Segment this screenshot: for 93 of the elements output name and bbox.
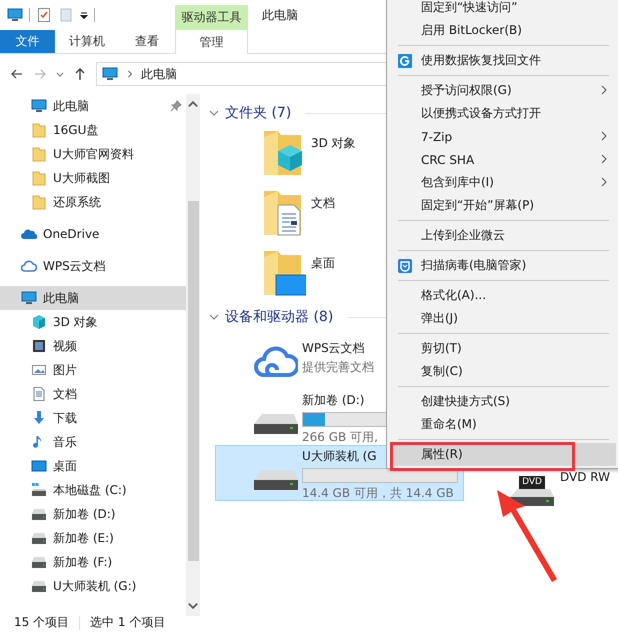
menu-item[interactable]: 剪切(T)	[387, 337, 618, 360]
menu-item[interactable]: 启用 BitLocker(B)	[387, 19, 618, 42]
ribbon-tab[interactable]: 查看	[119, 30, 175, 53]
system-icon	[31, 482, 47, 498]
folder-icon	[31, 146, 47, 162]
scrollbar-thumb[interactable]	[188, 201, 199, 561]
nav-item[interactable]: WPS云文档	[0, 254, 186, 278]
drive-name: DVD RW	[560, 470, 610, 484]
menu-item[interactable]: 上传到企业微云	[387, 224, 618, 247]
up-icon[interactable]	[73, 67, 87, 81]
nav-item[interactable]: 本地磁盘 (C:)	[0, 478, 186, 502]
ribbon-tab[interactable]: 文件	[0, 30, 55, 53]
cloud-icon	[21, 258, 37, 274]
section-title: 设备和驱动器 (8)	[225, 308, 334, 326]
back-icon[interactable]	[10, 67, 24, 81]
section-title: 文件夹 (7)	[225, 104, 292, 122]
nav-item[interactable]: 新加卷 (D:)	[0, 502, 186, 526]
drive-icon	[31, 530, 47, 546]
nav-item[interactable]: 还原系统	[0, 190, 186, 214]
menu-item[interactable]: 扫描病毒(电脑管家)	[387, 254, 618, 277]
selection-count: 选中 1 个项目	[90, 614, 166, 631]
ribbon-tab[interactable]: 管理	[175, 30, 248, 54]
menu-item[interactable]: 复制(C)	[387, 360, 618, 383]
pc-icon	[31, 98, 47, 114]
folder-name[interactable]: 文档	[311, 195, 335, 212]
free-space-text: 266 GB 可用,	[302, 429, 378, 446]
desktop-icon	[31, 458, 47, 474]
menu-item[interactable]: 属性(R)	[390, 443, 616, 466]
nav-item[interactable]: 图片	[0, 358, 186, 382]
drive-name: 新加卷 (D:)	[302, 392, 364, 409]
nav-item[interactable]: 16GU盘	[0, 118, 186, 142]
menu-item[interactable]: 以便携式设备方式打开	[387, 102, 618, 125]
nav-item[interactable]: 新加卷 (E:)	[0, 526, 186, 550]
nav-item[interactable]: 此电脑	[0, 286, 186, 310]
nav-item[interactable]: 桌面	[0, 454, 186, 478]
context-tab-group: 驱动器工具	[175, 5, 248, 30]
nav-item[interactable]: 视频	[0, 334, 186, 358]
ribbon-tab[interactable]: 计算机	[55, 30, 119, 53]
picture-icon	[31, 362, 47, 378]
free-space-text: 14.4 GB 可用，共 14.4 GB	[302, 485, 454, 502]
folder-icon	[31, 122, 47, 138]
nav-item[interactable]: 此电脑	[0, 94, 186, 118]
menu-item[interactable]: 固定到“快速访问”	[387, 0, 618, 19]
properties-icon[interactable]	[36, 7, 52, 23]
pc-icon	[21, 290, 37, 306]
menu-item[interactable]: 7-Zip	[387, 125, 618, 148]
nav-item[interactable]: 文档	[0, 382, 186, 406]
recovery-app-icon	[398, 54, 412, 68]
nav-item[interactable]: 音乐	[0, 430, 186, 454]
drive-name: WPS云文档	[302, 340, 365, 357]
drive-icon	[31, 554, 47, 570]
collapse-chevron-icon[interactable]	[209, 110, 219, 116]
pin-icon[interactable]	[170, 100, 182, 112]
drive-name: U大师装机 (G	[302, 448, 377, 465]
drive-icon	[510, 489, 554, 507]
folder-name[interactable]: 3D 对象	[311, 135, 356, 152]
nav-item[interactable]: OneDrive	[0, 222, 186, 246]
menu-item[interactable]: 重命名(M)	[387, 413, 618, 436]
video-icon	[31, 338, 47, 354]
doc-icon	[31, 386, 47, 402]
dropdown-icon[interactable]	[80, 11, 88, 19]
drive-icon	[31, 578, 47, 594]
drive-icon	[254, 412, 298, 436]
recent-caret-icon[interactable]	[56, 70, 64, 78]
menu-item[interactable]: CRC SHA	[387, 148, 618, 171]
cube-icon	[31, 314, 47, 330]
item-count: 15 个项目	[14, 614, 70, 631]
window-title: 此电脑	[262, 6, 298, 24]
nav-item[interactable]: U大师截图	[0, 166, 186, 190]
nav-item[interactable]: 3D 对象	[0, 310, 186, 334]
menu-item[interactable]: 包含到库中(I)	[387, 171, 618, 194]
nav-item[interactable]: 下载	[0, 406, 186, 430]
collapse-chevron-icon[interactable]	[209, 314, 219, 320]
drive-icon	[31, 506, 47, 522]
folder-icon	[31, 194, 47, 210]
drive-tile[interactable]: DVD DVD RW	[509, 469, 618, 525]
folder-name[interactable]: 桌面	[311, 255, 335, 272]
shield-icon	[398, 259, 412, 273]
menu-item[interactable]: 弹出(J)	[387, 307, 618, 330]
nav-item[interactable]: U大师官网资料	[0, 142, 186, 166]
computer-icon	[101, 66, 119, 82]
nav-item[interactable]: 新加卷 (F:)	[0, 550, 186, 574]
dvd-label: DVD	[519, 476, 545, 489]
chevron-icon	[127, 70, 133, 78]
menu-item[interactable]: 格式化(A)...	[387, 284, 618, 307]
drive-description: 提供完善文档	[302, 359, 374, 376]
nav-item[interactable]: U大师装机 (G:)	[0, 574, 186, 598]
drive-icon	[254, 468, 298, 492]
download-icon	[31, 410, 47, 426]
menu-item[interactable]: 固定到“开始”屏幕(P)	[387, 194, 618, 217]
computer-icon[interactable]	[7, 7, 23, 23]
folder-icon	[31, 170, 47, 186]
menu-item[interactable]: 创建快捷方式(S)	[387, 390, 618, 413]
